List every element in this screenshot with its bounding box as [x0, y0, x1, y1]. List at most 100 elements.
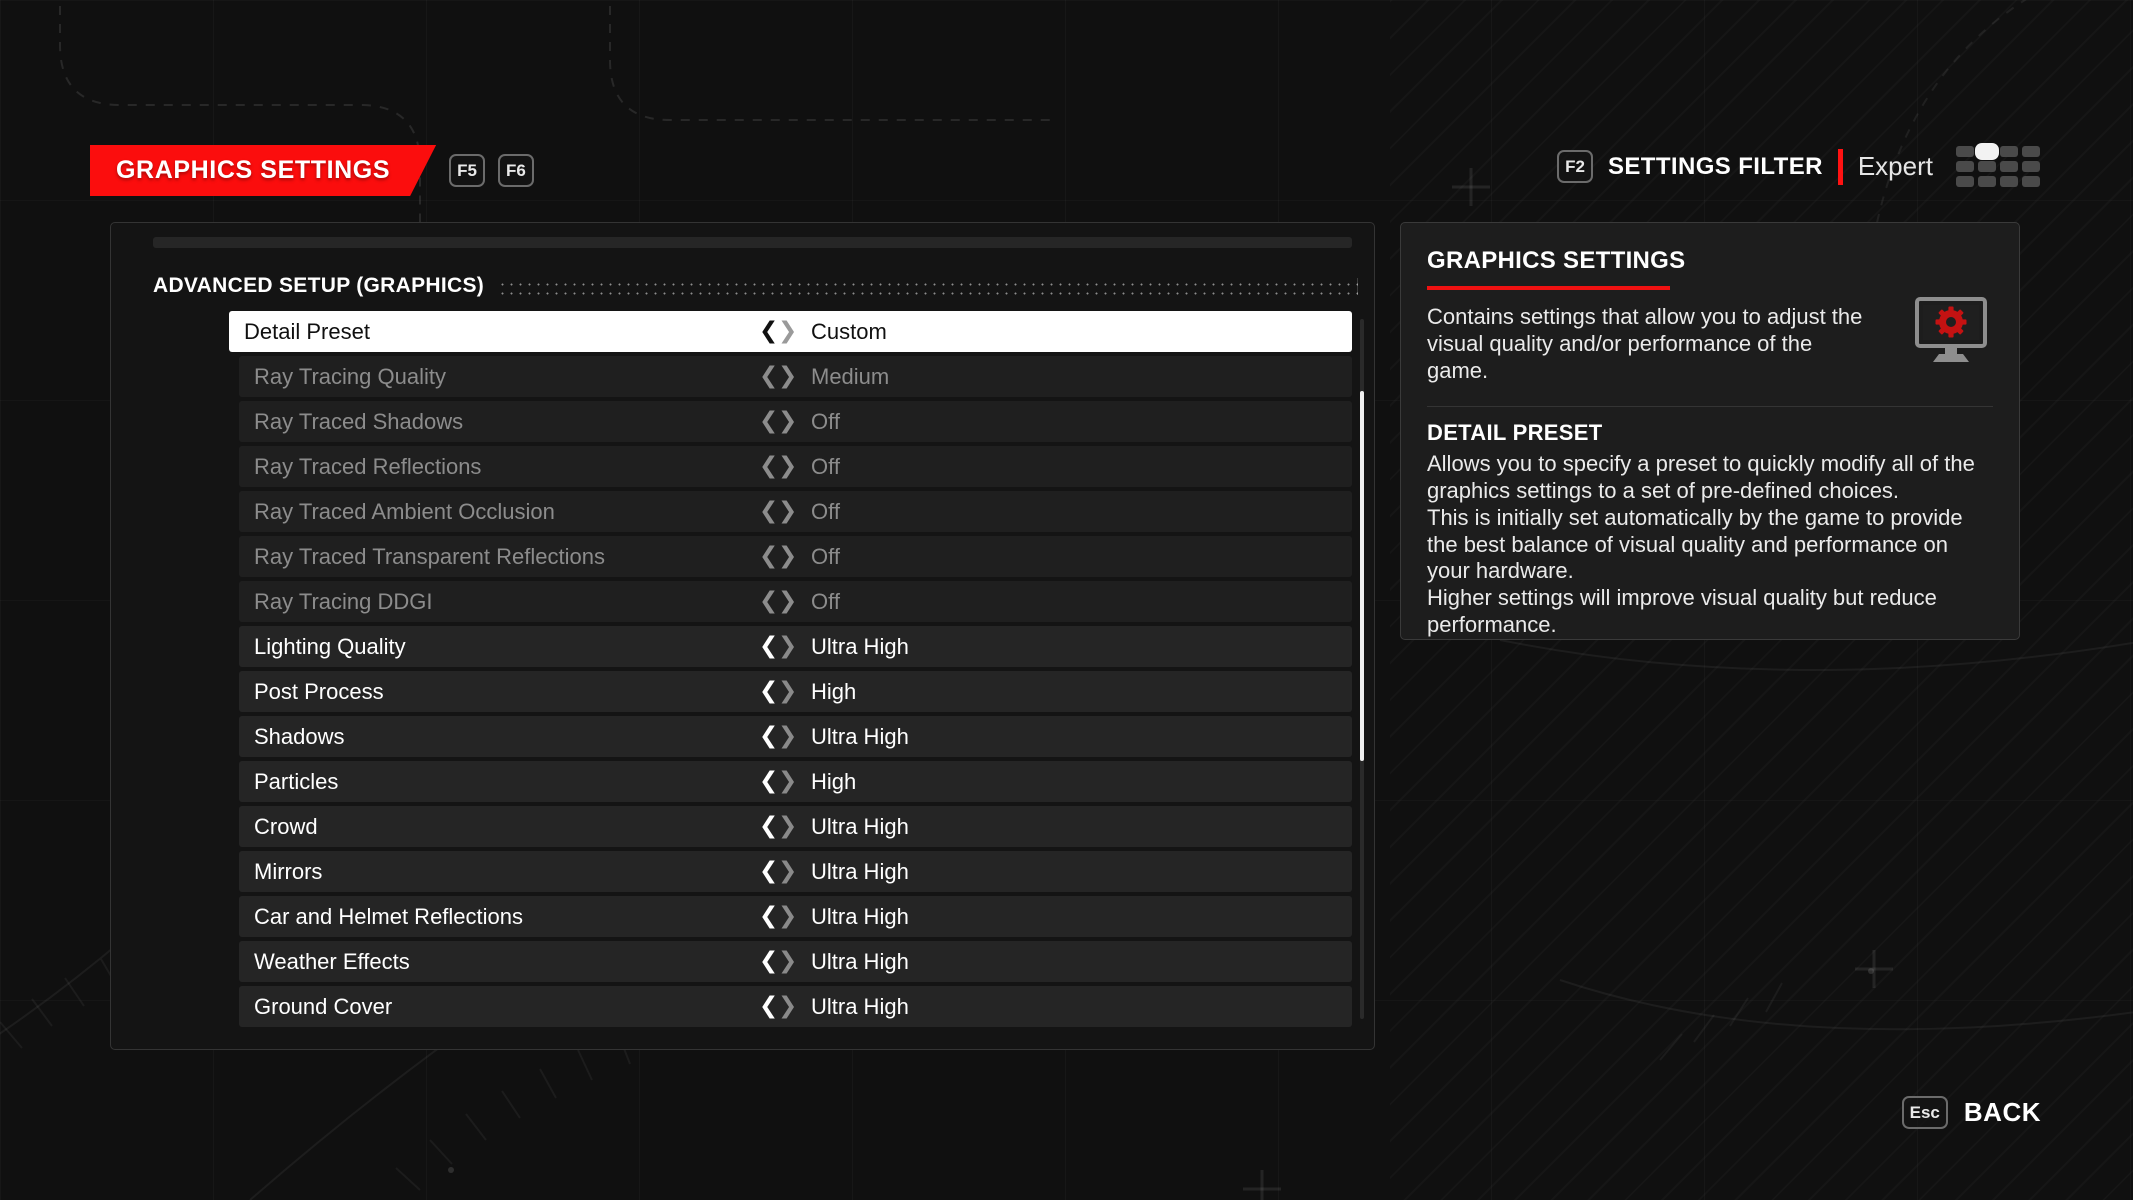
settings-row[interactable]: Mirrors❮❯Ultra High	[239, 851, 1352, 892]
chevron-left-icon[interactable]: ❮	[759, 500, 778, 523]
settings-row-value: High	[811, 679, 856, 705]
settings-row-control[interactable]: ❮❯Ultra High	[759, 994, 909, 1020]
settings-row[interactable]: Ray Tracing Quality❮❯Medium	[239, 356, 1352, 397]
grid-cell	[1956, 161, 1974, 172]
grid-cell	[2000, 176, 2018, 187]
settings-row[interactable]: Ray Traced Ambient Occlusion❮❯Off	[239, 491, 1352, 532]
settings-row-value: Ultra High	[811, 949, 909, 975]
chevron-left-icon[interactable]: ❮	[759, 860, 778, 883]
settings-row[interactable]: Weather Effects ❮❯ Ultra High	[239, 941, 1352, 982]
settings-row[interactable]: Ray Traced Reflections ❮❯Off	[239, 446, 1352, 487]
settings-row-control[interactable]: ❮❯ Custom	[759, 319, 887, 345]
settings-row-value: Off	[811, 499, 840, 525]
keycap-f2[interactable]: F2	[1557, 150, 1593, 183]
chevron-left-icon[interactable]: ❮	[759, 635, 778, 658]
settings-row-value: Ultra High	[811, 724, 909, 750]
keycap-f6[interactable]: F6	[498, 154, 534, 187]
settings-row-label: Ground Cover	[239, 994, 392, 1020]
chevron-left-icon[interactable]: ❮	[759, 950, 778, 973]
settings-row-control[interactable]: ❮❯ Ultra High	[759, 724, 909, 750]
settings-row[interactable]: Post Process ❮❯ High	[239, 671, 1352, 712]
chevron-left-icon[interactable]: ❮	[759, 725, 778, 748]
info-panel: GRAPHICS SETTINGS Contains settings that…	[1400, 222, 2020, 640]
chevron-right-icon[interactable]: ❯	[778, 455, 797, 478]
settings-row-label: Post Process	[239, 679, 384, 705]
settings-row-control[interactable]: ❮❯ Off	[759, 499, 840, 525]
chevron-left-icon[interactable]: ❮	[759, 905, 778, 928]
chevron-left-icon[interactable]: ❮	[759, 590, 778, 613]
settings-row[interactable]: Ray Traced Shadows❮❯Off	[239, 401, 1352, 442]
settings-row-control[interactable]: ❮❯ High	[759, 679, 856, 705]
settings-row-control[interactable]: ❮❯ Ultra High	[759, 859, 909, 885]
chevron-left-icon[interactable]: ❮	[759, 455, 778, 478]
settings-row-control[interactable]: ❮❯ Ultra High	[759, 904, 909, 930]
crosshair-marker	[1855, 950, 1893, 988]
chevron-right-icon[interactable]: ❯	[778, 770, 797, 793]
chevron-left-icon[interactable]: ❮	[759, 815, 778, 838]
settings-row-label: Shadows	[239, 724, 345, 750]
chevron-right-icon[interactable]: ❯	[778, 500, 797, 523]
chevron-left-icon[interactable]: ❮	[759, 680, 778, 703]
chevron-right-icon[interactable]: ❯	[778, 815, 797, 838]
settings-row-value: Custom	[811, 319, 887, 345]
chevron-right-icon[interactable]: ❯	[778, 590, 797, 613]
settings-row-value: Ultra High	[811, 859, 909, 885]
settings-row[interactable]: Ground Cover ❮❯Ultra High	[239, 986, 1352, 1027]
graphics-settings-tab[interactable]: GRAPHICS SETTINGS F5 F6	[90, 145, 534, 196]
chevron-right-icon[interactable]: ❯	[778, 410, 797, 433]
chevron-left-icon[interactable]: ❮	[759, 545, 778, 568]
settings-row[interactable]: Crowd❮❯Ultra High	[239, 806, 1352, 847]
tab-label[interactable]: GRAPHICS SETTINGS	[90, 145, 436, 196]
settings-row[interactable]: Ray Traced Transparent Reflections❮❯Off	[239, 536, 1352, 577]
settings-row-label: Ray Traced Reflections	[239, 454, 481, 480]
keycap-esc[interactable]: Esc	[1902, 1096, 1948, 1129]
chevron-right-icon[interactable]: ❯	[778, 860, 797, 883]
settings-row-label: Weather Effects	[239, 949, 410, 975]
keycap-f5[interactable]: F5	[449, 154, 485, 187]
chevron-left-icon[interactable]: ❮	[759, 770, 778, 793]
settings-row-control[interactable]: ❮❯Medium	[759, 364, 889, 390]
grid-cell	[2022, 161, 2040, 172]
settings-row-label: Lighting Quality	[239, 634, 406, 660]
settings-row-value: High	[811, 769, 856, 795]
back-button[interactable]: Esc BACK	[1902, 1096, 2041, 1129]
settings-row-control[interactable]: ❮❯Off	[759, 409, 840, 435]
chevron-left-icon[interactable]: ❮	[759, 410, 778, 433]
chevron-right-icon[interactable]: ❯	[778, 680, 797, 703]
settings-row[interactable]: Detail Preset❮❯Custom	[229, 311, 1352, 352]
settings-filter[interactable]: F2 SETTINGS FILTER Expert	[1557, 146, 2040, 187]
settings-row-control[interactable]: ❮❯Off	[759, 454, 840, 480]
filter-separator	[1838, 149, 1843, 185]
chevron-right-icon[interactable]: ❯	[778, 725, 797, 748]
chevron-right-icon[interactable]: ❯	[778, 365, 797, 388]
settings-filter-label: SETTINGS FILTER	[1608, 153, 1823, 181]
settings-row[interactable]: Particles❮❯High	[239, 761, 1352, 802]
grid-cell	[2022, 146, 2040, 157]
chevron-left-icon[interactable]: ❮	[759, 320, 778, 343]
chevron-right-icon[interactable]: ❯	[778, 995, 797, 1018]
settings-row-control[interactable]: ❮❯Off	[759, 589, 840, 615]
chevron-right-icon[interactable]: ❯	[778, 950, 797, 973]
settings-row[interactable]: Lighting Quality ❮❯Ultra High	[239, 626, 1352, 667]
settings-row[interactable]: Ray Tracing DDGI❮❯Off	[239, 581, 1352, 622]
chevron-right-icon[interactable]: ❯	[778, 905, 797, 928]
settings-row-value: Ultra High	[811, 904, 909, 930]
settings-list[interactable]: Detail Preset❮❯CustomRay Tracing Quality…	[111, 311, 1374, 1031]
settings-row-control[interactable]: ❮❯Ultra High	[759, 814, 909, 840]
settings-row[interactable]: Shadows ❮❯ Ultra High	[239, 716, 1352, 757]
scrollbar-thumb[interactable]	[1360, 391, 1364, 761]
chevron-left-icon[interactable]: ❮	[759, 365, 778, 388]
settings-row-control[interactable]: ❮❯Ultra High	[759, 634, 909, 660]
settings-filter-value[interactable]: Expert	[1858, 151, 1933, 182]
back-label[interactable]: BACK	[1964, 1097, 2041, 1128]
info-detail-paragraph: Higher settings will improve visual qual…	[1427, 585, 1993, 639]
settings-row-control[interactable]: ❮❯Off	[759, 544, 840, 570]
settings-row-control[interactable]: ❮❯ Ultra High	[759, 949, 909, 975]
chevron-right-icon[interactable]: ❯	[778, 635, 797, 658]
graphics-settings-screen: GRAPHICS SETTINGS F5 F6 F2 SETTINGS FILT…	[0, 0, 2133, 1200]
chevron-right-icon[interactable]: ❯	[778, 545, 797, 568]
chevron-left-icon[interactable]: ❮	[759, 995, 778, 1018]
chevron-right-icon[interactable]: ❯	[778, 320, 797, 343]
settings-row-control[interactable]: ❮❯ High	[759, 769, 856, 795]
settings-row[interactable]: Car and Helmet Reflections❮❯Ultra High	[239, 896, 1352, 937]
